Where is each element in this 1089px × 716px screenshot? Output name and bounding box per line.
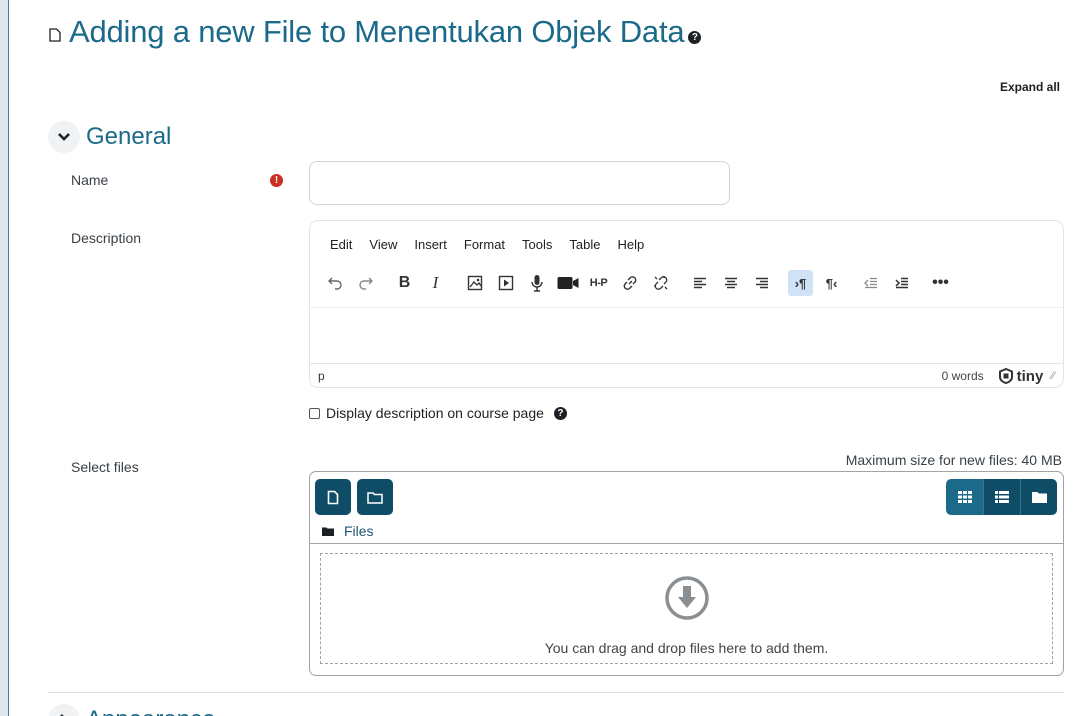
editor-statusbar: p 0 words tiny ⁄⁄ (310, 363, 1063, 387)
redo-icon[interactable] (353, 270, 378, 296)
menu-insert[interactable]: Insert (414, 237, 447, 252)
menu-table[interactable]: Table (569, 237, 600, 252)
page-header: Adding a new File to Menentukan Objek Da… (49, 14, 702, 50)
menu-help[interactable]: Help (617, 237, 644, 252)
folder-icon (1031, 492, 1047, 503)
description-editor: Edit View Insert Format Tools Table Help… (309, 220, 1064, 388)
rtl-icon[interactable]: ¶‹ (819, 270, 844, 296)
page-container: Adding a new File to Menentukan Objek Da… (8, 0, 1089, 716)
indent-icon[interactable] (889, 270, 914, 296)
icon-view-button[interactable] (946, 479, 983, 515)
appearance-section-header[interactable]: Appearance (48, 704, 215, 716)
media-icon[interactable] (493, 270, 518, 296)
name-label: Name (71, 172, 109, 188)
divider (310, 543, 1063, 544)
editor-content-area[interactable] (310, 307, 1063, 363)
menu-format[interactable]: Format (464, 237, 505, 252)
folder-outline-icon (367, 491, 383, 504)
display-description-checkbox[interactable] (309, 407, 320, 419)
view-switcher (946, 479, 1057, 515)
undo-icon[interactable] (322, 270, 347, 296)
ltr-icon[interactable]: ›¶ (788, 270, 813, 296)
dropzone-text: You can drag and drop files here to add … (544, 640, 829, 656)
general-section-header[interactable]: General (48, 121, 171, 153)
h5p-icon[interactable]: H-P (586, 270, 611, 296)
chevron-right-icon[interactable] (48, 704, 80, 716)
more-icon[interactable]: ••• (928, 270, 953, 296)
document-icon (49, 28, 61, 42)
tiny-brand-text: tiny (1016, 367, 1044, 385)
menu-tools[interactable]: Tools (522, 237, 552, 252)
bold-icon[interactable]: B (392, 270, 417, 296)
name-input[interactable] (309, 161, 730, 205)
element-path[interactable]: p (318, 369, 942, 383)
file-icon (327, 490, 339, 504)
outdent-icon[interactable] (858, 270, 883, 296)
max-size-text: Maximum size for new files: 40 MB (845, 452, 1062, 468)
help-icon[interactable]: ? (553, 406, 567, 420)
italic-icon[interactable]: I (423, 270, 448, 296)
record-video-icon[interactable] (555, 270, 580, 296)
download-arrow-icon (665, 576, 709, 620)
align-right-icon[interactable] (749, 270, 774, 296)
grid-icon (957, 491, 972, 503)
link-icon[interactable] (617, 270, 642, 296)
create-folder-button[interactable] (357, 479, 393, 515)
page-title: Adding a new File to Menentukan Objek Da… (69, 14, 685, 49)
add-file-button[interactable] (315, 479, 351, 515)
align-center-icon[interactable] (718, 270, 743, 296)
section-divider (48, 692, 1064, 693)
path-label[interactable]: Files (344, 523, 374, 539)
word-count[interactable]: 0 words (942, 369, 984, 383)
display-description-row: Display description on course page ? (309, 405, 567, 421)
section-title-appearance: Appearance (86, 706, 215, 716)
required-icon: ! (270, 174, 283, 187)
list-view-button[interactable] (983, 479, 1020, 515)
tiny-logo-icon (998, 368, 1013, 384)
select-files-label: Select files (71, 459, 139, 475)
file-dropzone[interactable]: You can drag and drop files here to add … (320, 553, 1053, 664)
help-icon[interactable]: ? (688, 30, 702, 44)
chevron-down-icon[interactable] (48, 121, 80, 153)
display-description-label[interactable]: Display description on course page (326, 405, 544, 421)
folder-icon (322, 527, 334, 536)
resize-handle-icon[interactable]: ⁄⁄ (1051, 370, 1055, 382)
menu-edit[interactable]: Edit (330, 237, 352, 252)
description-label: Description (71, 230, 142, 246)
section-title-general: General (86, 123, 172, 150)
image-icon[interactable] (462, 270, 487, 296)
file-manager: Files You can drag and drop files here t… (309, 471, 1064, 676)
align-left-icon[interactable] (687, 270, 712, 296)
tiny-logo[interactable]: tiny (998, 367, 1044, 385)
expand-all-link[interactable]: Expand all (1000, 80, 1060, 94)
tree-view-button[interactable] (1020, 479, 1057, 515)
unlink-icon[interactable] (648, 270, 673, 296)
editor-toolbar: B I H-P ›¶ ¶‹ ••• (322, 269, 959, 297)
record-audio-icon[interactable] (524, 270, 549, 296)
menu-view[interactable]: View (369, 237, 397, 252)
list-icon (995, 491, 1009, 503)
file-path-breadcrumb[interactable]: Files (322, 523, 374, 539)
editor-menubar: Edit View Insert Format Tools Table Help (330, 237, 661, 252)
